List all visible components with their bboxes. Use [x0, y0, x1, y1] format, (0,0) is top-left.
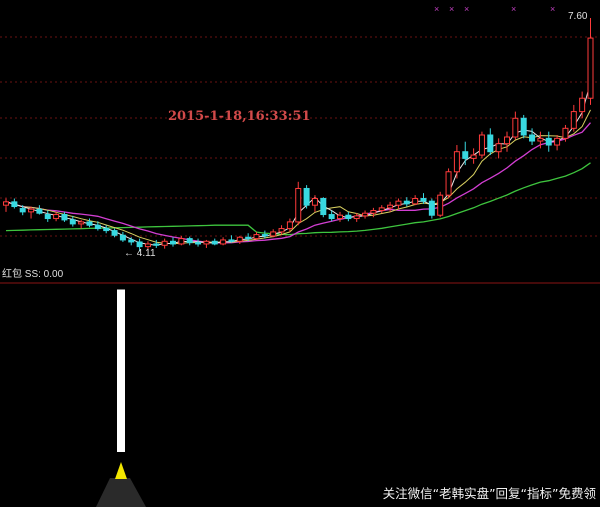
candle-down — [119, 234, 126, 241]
candle-down — [61, 214, 68, 221]
candle-down — [44, 214, 51, 220]
candle-up — [362, 212, 369, 217]
candle-down — [529, 134, 536, 142]
candle-down — [86, 221, 93, 226]
candle-down — [228, 239, 235, 242]
candle-up — [78, 221, 85, 225]
candle-down — [103, 228, 110, 232]
buy-signal-triangle-icon — [115, 462, 127, 479]
candle-up — [353, 215, 360, 220]
candle-down — [545, 137, 552, 146]
candle-up — [337, 214, 343, 220]
candle-up — [3, 201, 9, 206]
candle-down — [170, 240, 176, 245]
candle-down — [69, 219, 76, 225]
candle-up — [512, 117, 519, 138]
candle-down — [245, 236, 252, 240]
candle-up — [53, 214, 60, 220]
top-markers: × × × × × — [434, 4, 555, 14]
candle-down — [403, 200, 410, 205]
high-price-label: 7.60 — [568, 11, 588, 22]
candlestick-chart: × × × × × 7.60 ← 4.11 2015-1-18,16:33:51… — [0, 4, 600, 507]
candle-up — [370, 210, 377, 214]
candle-down — [128, 239, 135, 243]
candle-up — [437, 194, 444, 216]
candle-up — [236, 236, 243, 242]
candle-up — [570, 111, 577, 129]
candle-up — [537, 137, 544, 142]
candle-down — [303, 187, 310, 206]
candle-down — [186, 238, 193, 244]
candle-down — [520, 117, 527, 136]
candle-down — [420, 198, 427, 202]
candle-up — [161, 240, 168, 246]
candle-up — [453, 151, 460, 173]
candle-up — [395, 200, 402, 206]
candle-down — [136, 241, 143, 248]
top-marker: × — [511, 4, 516, 14]
candle-up — [587, 37, 594, 99]
candle-up — [286, 221, 293, 230]
candle-up — [270, 231, 277, 237]
candle-up — [412, 198, 419, 205]
candle-down — [211, 240, 218, 245]
timestamp-label: 2015-1-18,16:33:51 — [168, 109, 311, 124]
candle-up — [253, 234, 260, 240]
candles-group — [3, 18, 594, 252]
candle-down — [153, 243, 160, 246]
candle-down — [11, 201, 18, 208]
candle-up — [445, 171, 452, 196]
low-price-label: ← 4.11 — [124, 248, 156, 259]
top-marker: × — [550, 4, 555, 14]
candle-down — [111, 230, 118, 236]
low-price-value: 4.11 — [137, 248, 156, 259]
candle-up — [178, 238, 185, 245]
candle-down — [19, 208, 26, 213]
top-marker: × — [464, 4, 469, 14]
candle-up — [579, 97, 586, 113]
candle-up — [295, 187, 302, 223]
top-marker: × — [449, 4, 454, 14]
candle-down — [320, 198, 327, 216]
candle-up — [478, 134, 485, 156]
candle-up — [278, 228, 285, 233]
candle-up — [562, 127, 569, 139]
candle-down — [428, 200, 435, 216]
candle-down — [261, 234, 268, 237]
chart-screen: × × × × × 7.60 ← 4.11 2015-1-18,16:33:51… — [0, 0, 600, 507]
candle-up — [470, 154, 477, 159]
candle-up — [554, 137, 561, 146]
indicator-label: 红包 SS: 0.00 — [2, 267, 64, 280]
candle-up — [387, 204, 394, 209]
signal-base-shadow — [96, 478, 146, 507]
candle-down — [195, 242, 202, 245]
candle-up — [28, 208, 35, 213]
candle-up — [311, 198, 318, 206]
signal-bar — [117, 289, 125, 452]
candle-up — [220, 239, 227, 245]
candle-down — [462, 151, 469, 159]
candle-up — [495, 143, 502, 153]
candle-up — [378, 207, 385, 212]
candle-down — [94, 224, 101, 230]
candle-up — [144, 243, 151, 248]
candle-down — [487, 134, 494, 153]
top-marker: × — [434, 4, 439, 14]
candle-up — [504, 136, 510, 145]
candle-down — [345, 214, 352, 220]
watermark-text: 关注微信“老韩实盘”回复“指标”免费领 — [383, 486, 597, 501]
candle-down — [328, 214, 335, 220]
candle-up — [203, 240, 210, 245]
candle-down — [36, 208, 43, 214]
